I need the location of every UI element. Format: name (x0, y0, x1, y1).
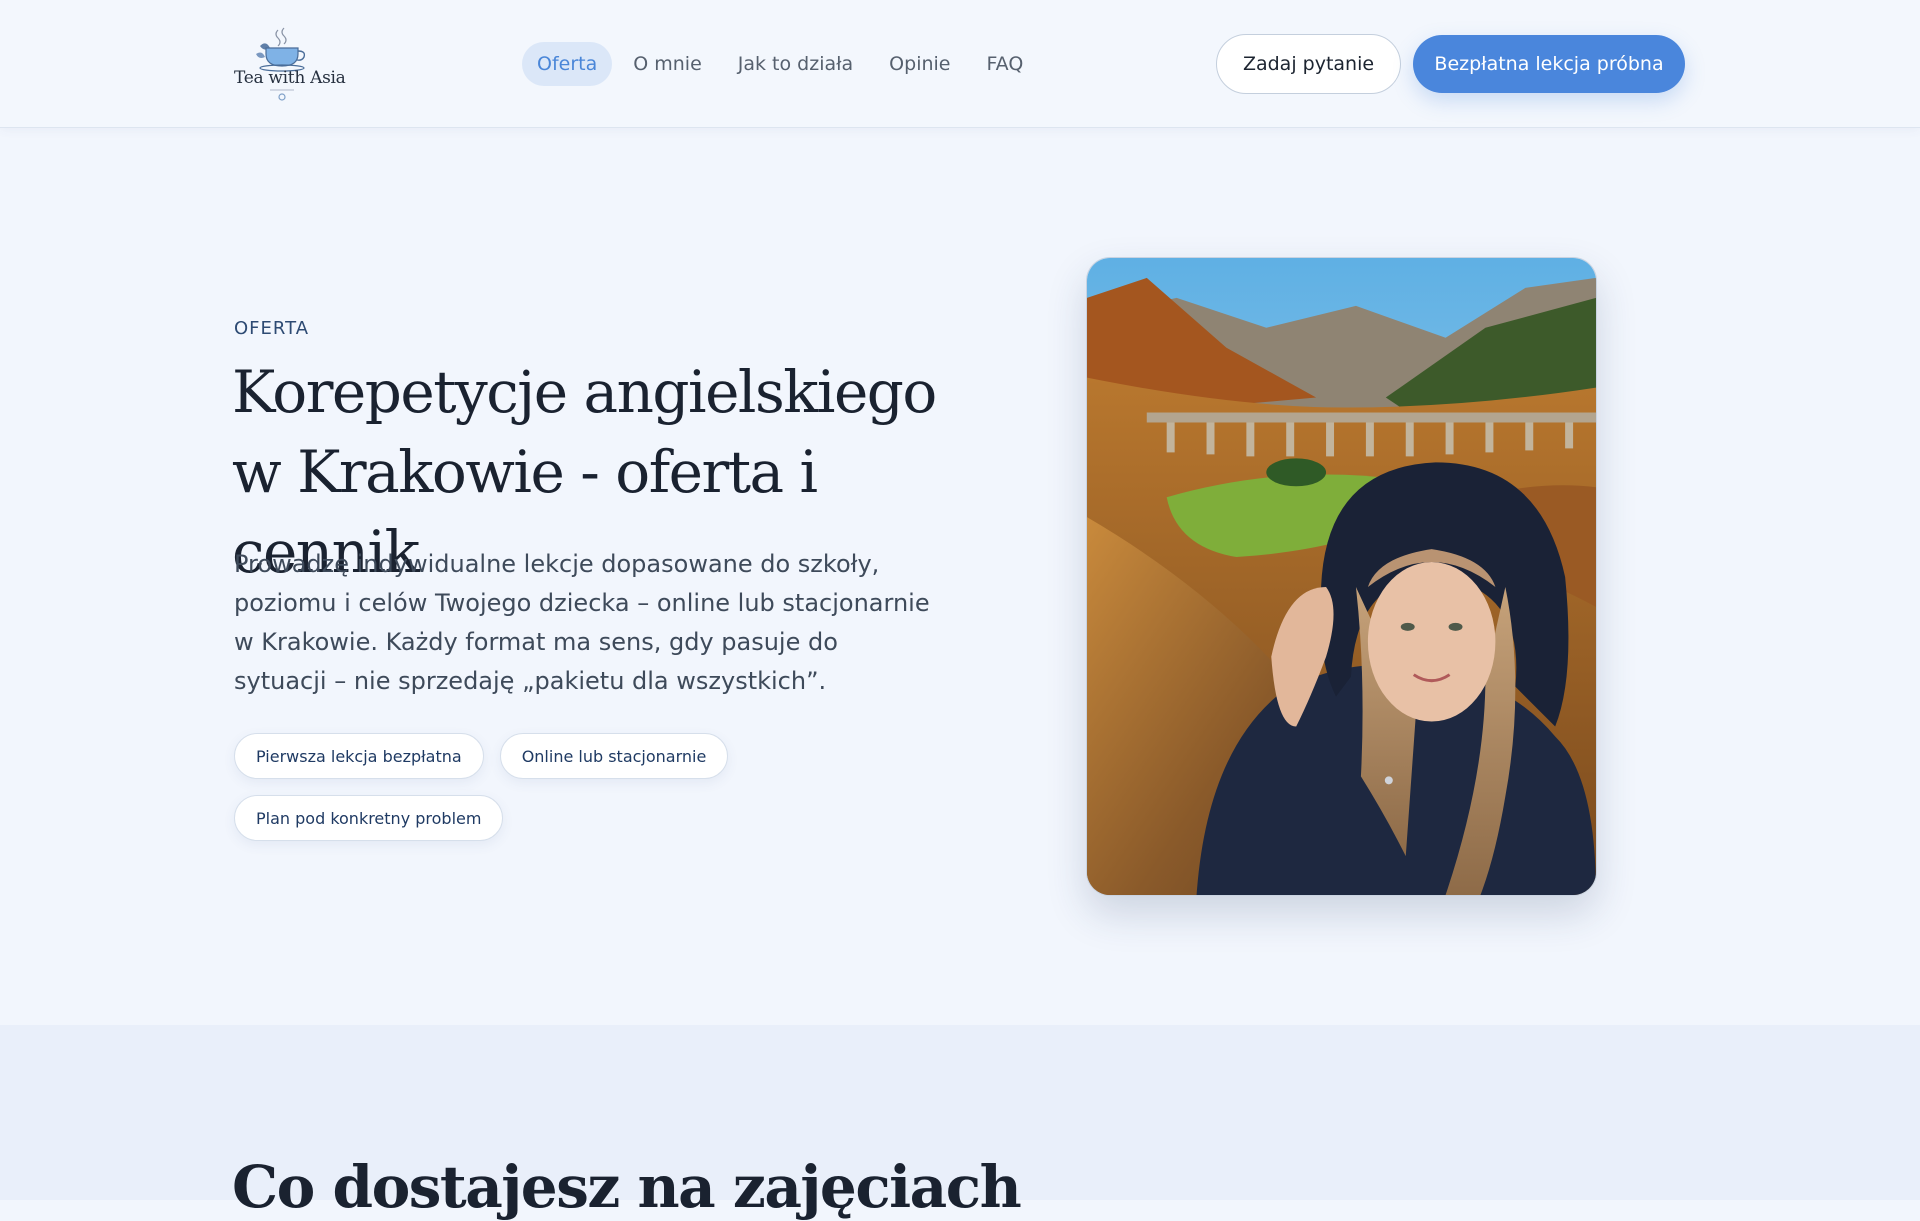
ask-question-button[interactable]: Zadaj pytanie (1216, 34, 1401, 94)
portrait-photo-icon (1087, 258, 1596, 895)
chip-free-first-lesson: Pierwsza lekcja bezpłatna (234, 733, 484, 779)
site-logo[interactable]: Tea with Asia (234, 24, 346, 104)
nav-item-faq[interactable]: FAQ (971, 42, 1038, 86)
feature-chips: Pierwsza lekcja bezpłatna Online lub sta… (234, 733, 794, 841)
teacup-icon (256, 27, 306, 101)
nav-item-o-mnie[interactable]: O mnie (618, 42, 717, 86)
nav-item-opinie[interactable]: Opinie (874, 42, 965, 86)
section-title: Co dostajesz na zajęciach (232, 1153, 1022, 1221)
chip-online-or-onsite: Online lub stacjonarnie (499, 733, 729, 779)
section-eyebrow: OFERTA (234, 318, 310, 339)
tutor-photo (1086, 257, 1597, 896)
logo-wordmark: Tea with Asia (234, 68, 346, 88)
main-nav: Oferta O mnie Jak to działa Opinie FAQ (522, 41, 1038, 87)
benefits-section: Co dostajesz na zajęciach (0, 1025, 1920, 1221)
nav-item-oferta[interactable]: Oferta (522, 42, 613, 86)
chip-plan-for-problem: Plan pod konkretny problem (234, 795, 504, 841)
free-trial-button[interactable]: Bezpłatna lekcja próbna (1413, 35, 1685, 93)
hero-description: Prowadzę indywidualne lekcje dopasowane … (234, 550, 930, 695)
site-header: Tea with Asia Oferta O mnie Jak to dział… (0, 0, 1920, 128)
nav-item-jak-to-dziala[interactable]: Jak to działa (723, 42, 868, 86)
